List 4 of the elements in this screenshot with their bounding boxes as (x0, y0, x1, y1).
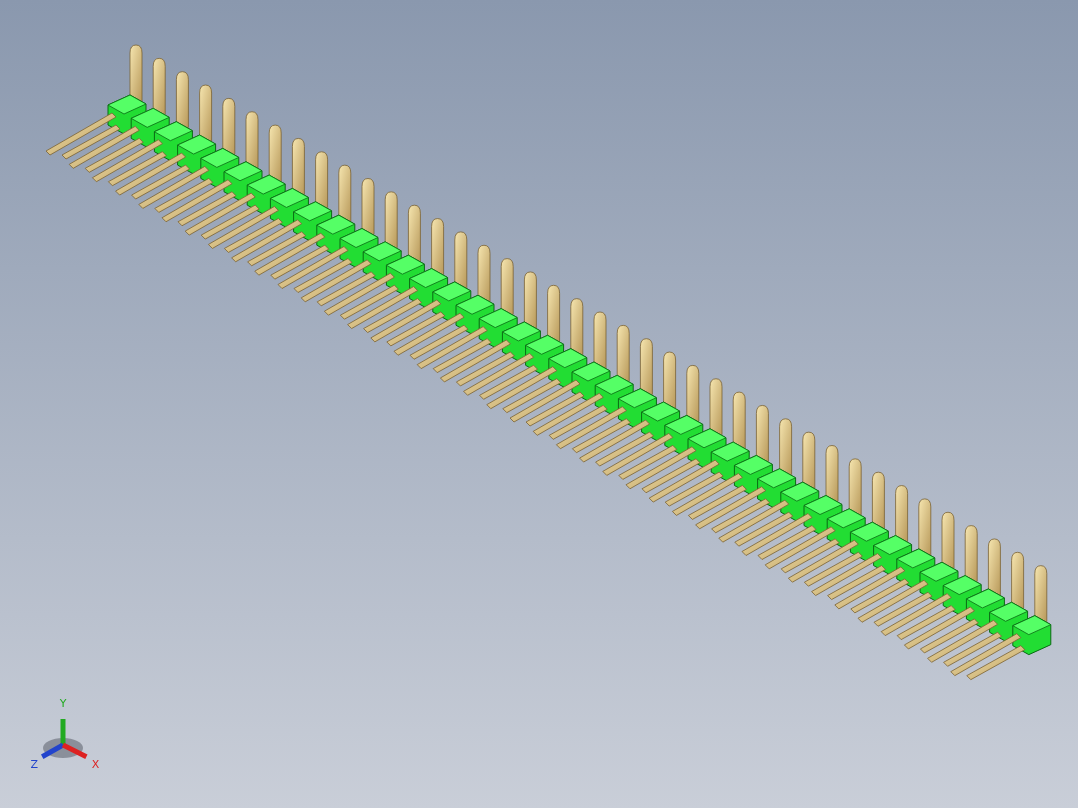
axis-label: X (91, 757, 100, 771)
axis-triad-icon (40, 719, 88, 759)
axis-label: Z (30, 757, 38, 771)
axis-label: Y (59, 697, 67, 710)
